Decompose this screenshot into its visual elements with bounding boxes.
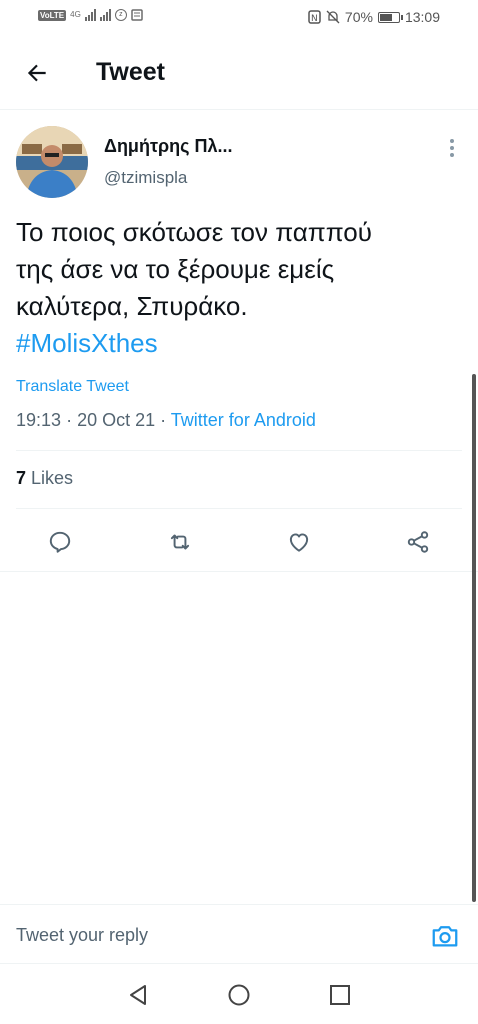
page-title: Tweet — [96, 58, 165, 86]
tweet-time: 19:13 — [16, 410, 62, 430]
tweet-action-bar — [0, 512, 478, 572]
like-button[interactable] — [281, 524, 317, 560]
tweet-text-line: της άσε να το ξέρουμε εμείς — [16, 254, 335, 284]
signal-2-icon — [99, 9, 111, 21]
hashtag-link[interactable]: #MolisXthes — [16, 325, 456, 362]
tweet-text-line: Το ποιος σκότωσε τον παππού — [16, 217, 372, 247]
divider — [16, 450, 462, 451]
scrollbar[interactable] — [472, 374, 476, 902]
volte-badge: VoLTE — [38, 9, 67, 21]
svg-text:N: N — [311, 14, 318, 24]
tweet-text: Το ποιος σκότωσε τον παππού της άσε να τ… — [16, 214, 456, 362]
recents-square-icon — [330, 985, 350, 1005]
more-options-button[interactable] — [440, 136, 464, 160]
nav-recents-button[interactable] — [325, 980, 355, 1010]
back-button[interactable] — [20, 56, 54, 90]
more-dot — [450, 139, 454, 143]
clock: 13:09 — [404, 9, 440, 25]
status-icons-right: N 70% 13:09 — [308, 9, 440, 25]
likes-label: Likes — [31, 468, 74, 488]
battery-icon — [377, 11, 403, 23]
meta-separator: · — [160, 410, 171, 430]
avatar-image — [16, 126, 88, 198]
signal-icon — [84, 9, 96, 21]
back-arrow-icon — [27, 64, 46, 82]
camera-icon — [432, 926, 458, 947]
share-icon — [407, 531, 429, 553]
nfc-icon: N — [308, 10, 321, 24]
divider — [16, 508, 462, 509]
tweet-source-link[interactable]: Twitter for Android — [171, 410, 316, 430]
home-circle-icon — [228, 984, 250, 1006]
vpn-icon: z — [114, 9, 127, 21]
retweet-icon — [170, 534, 190, 550]
avatar[interactable] — [16, 126, 88, 198]
camera-button[interactable] — [428, 919, 462, 953]
mute-icon — [326, 10, 340, 24]
nav-home-button[interactable] — [224, 980, 254, 1010]
status-bar: VoLTE 4G z N 70% 13:09 — [0, 0, 478, 36]
likes-number: 7 — [16, 468, 27, 488]
tweet-date: 20 Oct 21 — [77, 410, 156, 430]
status-icons-left: VoLTE 4G z — [38, 9, 143, 21]
more-dot — [450, 153, 454, 157]
network-gen-label: 4G — [70, 10, 81, 19]
nav-back-button[interactable] — [123, 980, 153, 1010]
reply-button[interactable] — [42, 524, 78, 560]
tweet-text-line: καλύτερα, Σπυράκο. — [16, 291, 248, 321]
app-header: Tweet — [0, 36, 478, 110]
battery-percent: 70% — [344, 9, 373, 25]
translate-tweet-link[interactable]: Translate Tweet — [16, 378, 129, 396]
share-button[interactable] — [400, 524, 436, 560]
like-icon — [289, 533, 309, 552]
reply-input[interactable]: Tweet your reply — [16, 925, 148, 946]
back-triangle-icon — [130, 985, 146, 1005]
tweet-meta: 19:13 · 20 Oct 21 · Twitter for Android — [16, 410, 316, 431]
likes-count[interactable]: 7 Likes — [16, 468, 73, 489]
reply-bar: Tweet your reply — [0, 904, 478, 964]
meta-separator: · — [66, 410, 78, 430]
display-name[interactable]: Δημήτρης Πλ... — [104, 136, 232, 157]
system-nav-bar — [0, 964, 478, 1024]
user-handle[interactable]: @tzimispla — [104, 168, 187, 188]
retweet-button[interactable] — [162, 524, 198, 560]
reply-icon — [49, 531, 71, 553]
more-dot — [450, 146, 454, 150]
notification-icon — [131, 9, 143, 21]
